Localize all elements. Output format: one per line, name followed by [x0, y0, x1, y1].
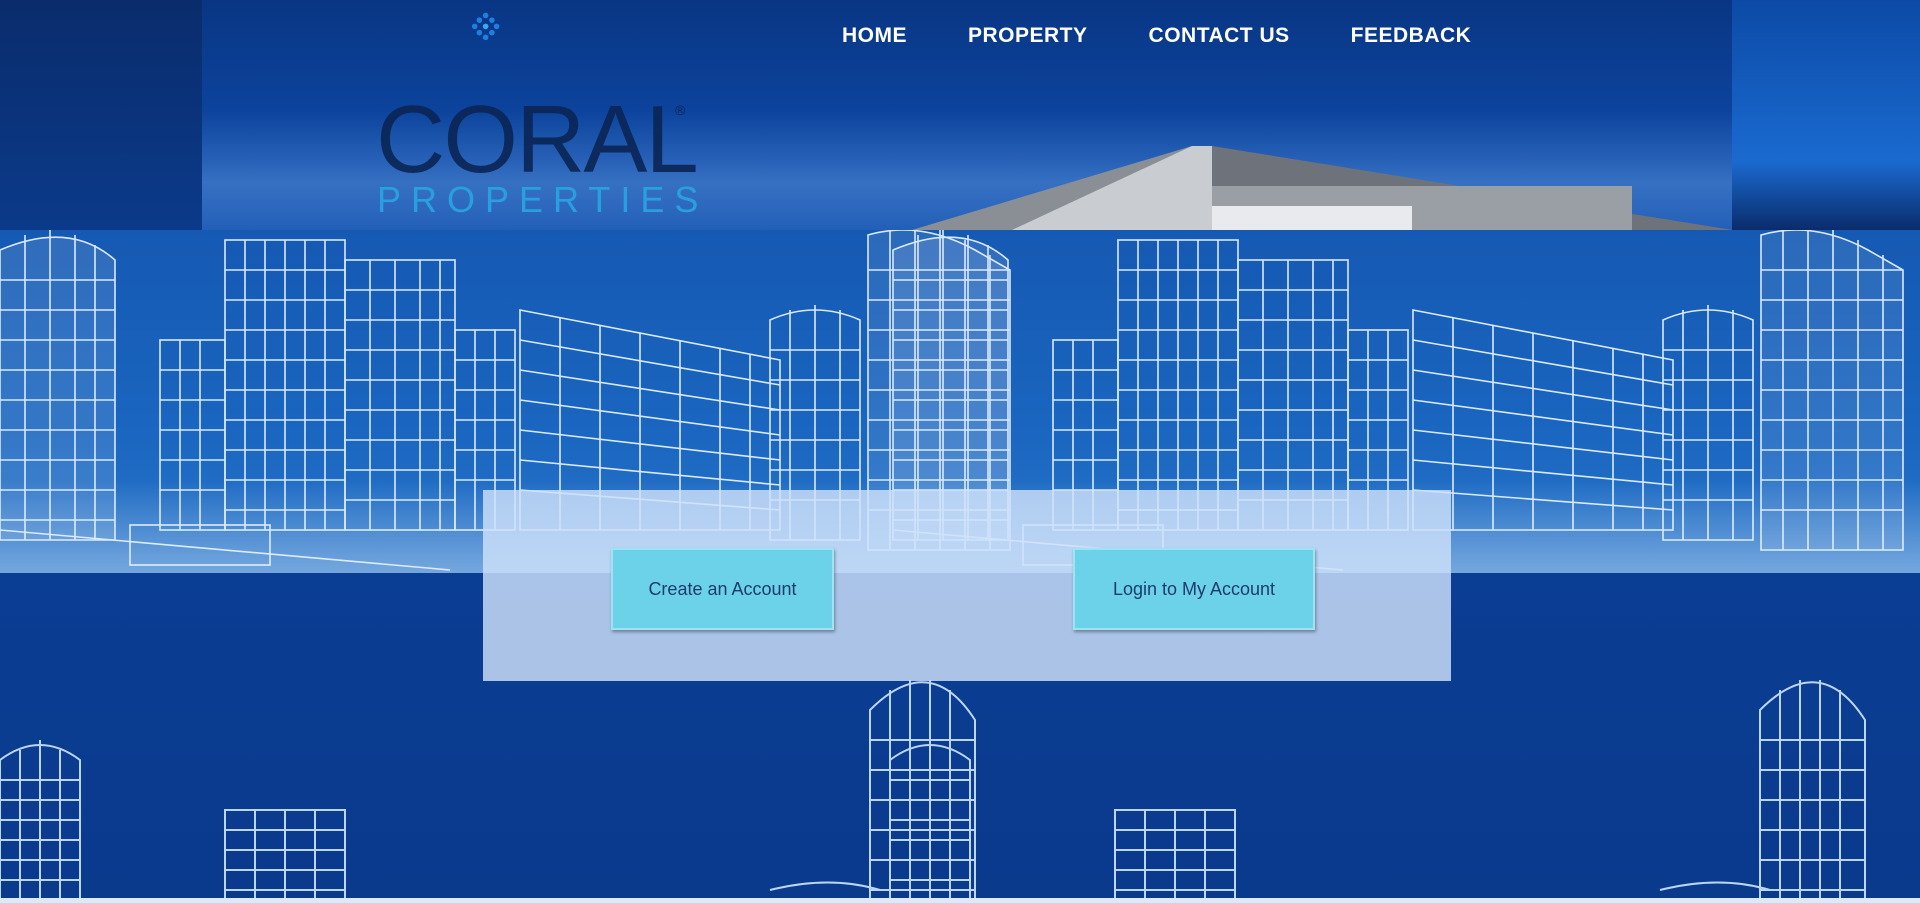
brand-name: CORAL — [376, 86, 699, 193]
login-button[interactable]: Login to My Account — [1073, 548, 1315, 630]
create-account-button[interactable]: Create an Account — [611, 548, 834, 630]
nav-home[interactable]: HOME — [842, 24, 907, 48]
brand-tagline: PROPERTIES — [377, 179, 709, 220]
nav-contact-us[interactable]: CONTACT US — [1149, 24, 1290, 48]
header-side-left — [0, 0, 202, 230]
main-nav: HOME PROPERTY CONTACT US FEEDBACK — [842, 24, 1532, 48]
coral-dots-icon — [471, 12, 500, 41]
nav-property[interactable]: PROPERTY — [968, 24, 1088, 48]
city-wireframe-bottom — [0, 679, 1866, 903]
page-bottom-edge — [0, 898, 1920, 903]
header-side-right — [1732, 0, 1920, 230]
building-roof-image — [912, 146, 1732, 230]
registered-mark: ® — [675, 102, 686, 118]
nav-feedback[interactable]: FEEDBACK — [1351, 24, 1472, 48]
